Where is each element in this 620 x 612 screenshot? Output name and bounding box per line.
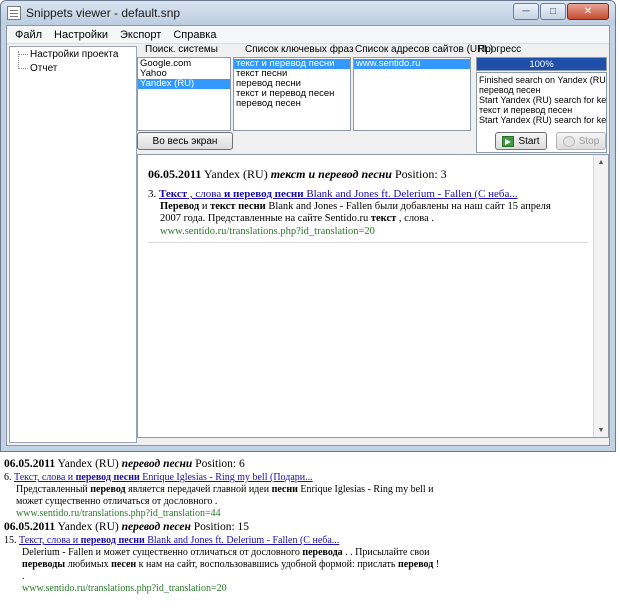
window-title: Snippets viewer - default.snp xyxy=(26,6,181,20)
result-link[interactable]: Текст, слова и перевод песни Blank and J… xyxy=(19,535,339,546)
stop-button[interactable]: Stop xyxy=(556,132,606,150)
results-pane[interactable]: 06.05.2011 Yandex (RU) текст и перевод п… xyxy=(137,154,609,438)
client-area: Файл Настройки Экспорт Справка Настройки… xyxy=(6,25,610,446)
result-entry: 06.05.2011 Yandex (RU) перевод песен Pos… xyxy=(4,521,616,595)
tree-item-report[interactable]: Отчет xyxy=(10,62,136,75)
result-link[interactable]: Текст, слова и перевод песни Enrique Igl… xyxy=(14,472,313,483)
log-line: перевод песен xyxy=(479,85,541,95)
engines-list[interactable]: Google.com Yahoo Yandex (RU) xyxy=(137,57,231,131)
sites-label: Список адресов сайтов (URL) xyxy=(355,44,494,55)
result-engine: Yandex (RU) xyxy=(203,167,268,181)
title-bar[interactable]: Snippets viewer - default.snp ─ □ ✕ xyxy=(1,1,615,25)
log-line: Finished search on Yandex (RU) xyxy=(479,75,607,85)
log-line: Start Yandex (RU) search for keyw xyxy=(479,115,607,125)
start-label: Start xyxy=(518,135,540,147)
menu-settings[interactable]: Настройки xyxy=(48,29,114,41)
scroll-down-icon[interactable]: ▼ xyxy=(594,423,608,437)
stop-label: Stop xyxy=(578,135,600,147)
result-url: www.sentido.ru/translations.php?id_trans… xyxy=(22,583,227,594)
app-window: Snippets viewer - default.snp ─ □ ✕ Файл… xyxy=(0,0,616,452)
exported-results: 06.05.2011 Yandex (RU) перевод песни Pos… xyxy=(4,458,616,595)
log-line: Start Yandex (RU) search for keyw xyxy=(479,95,607,105)
progress-label: Прогресс xyxy=(478,44,522,55)
result-index: 3. xyxy=(148,188,157,200)
list-item[interactable]: Yandex (RU) xyxy=(138,79,230,89)
result-snippet: Delerium - Fallen и может существенно от… xyxy=(22,547,440,582)
result-link[interactable]: Текст , слова и перевод песни Blank and … xyxy=(159,188,518,200)
project-tree[interactable]: Настройки проекта Отчет xyxy=(9,46,137,443)
fullscreen-button[interactable]: Во весь экран xyxy=(137,132,233,150)
fullscreen-label: Во весь экран xyxy=(152,135,218,147)
result-position-label: Position: xyxy=(394,167,438,181)
tree-item-project-settings[interactable]: Настройки проекта xyxy=(10,48,136,61)
engines-label: Поиск. системы xyxy=(145,44,218,55)
result-url: www.sentido.ru/translations.php?id_trans… xyxy=(16,508,221,519)
scroll-up-icon[interactable]: ▲ xyxy=(594,155,608,169)
stop-icon xyxy=(562,135,575,147)
result-snippet: Перевод и текст песни Blank and Jones - … xyxy=(160,200,551,225)
maximize-button[interactable]: □ xyxy=(540,3,566,20)
result-divider xyxy=(148,242,588,243)
phrases-list[interactable]: текст и перевод песни текст песни перево… xyxy=(233,57,351,131)
start-button[interactable]: Start xyxy=(495,132,547,150)
menu-export[interactable]: Экспорт xyxy=(114,29,167,41)
result-link-line: 3. Текст , слова и перевод песни Blank a… xyxy=(148,188,588,201)
result-entry: 06.05.2011 Yandex (RU) текст и перевод п… xyxy=(148,167,588,243)
result-position: 3 xyxy=(440,167,447,181)
minimize-button[interactable]: ─ xyxy=(513,3,539,20)
window-controls: ─ □ ✕ xyxy=(513,3,609,20)
result-link-line: 15. Текст, слова и перевод песни Blank a… xyxy=(4,535,340,546)
start-icon xyxy=(502,135,515,147)
menu-help[interactable]: Справка xyxy=(167,29,222,41)
result-header: 06.05.2011 Yandex (RU) перевод песен Pos… xyxy=(4,521,250,533)
result-link-line: 6. Текст, слова и перевод песни Enrique … xyxy=(4,472,313,483)
log-line: текст и перевод песен xyxy=(479,105,573,115)
menu-file[interactable]: Файл xyxy=(9,29,48,41)
list-item[interactable]: www.sentido.ru xyxy=(354,59,470,69)
list-item[interactable]: перевод песен xyxy=(234,99,350,109)
result-header: 06.05.2011 Yandex (RU) текст и перевод п… xyxy=(148,167,588,182)
result-date: 06.05.2011 xyxy=(148,167,202,181)
progress-bar: 100% xyxy=(476,57,607,71)
result-entry: 06.05.2011 Yandex (RU) перевод песни Pos… xyxy=(4,458,616,520)
phrases-label: Список ключевых фраз xyxy=(245,44,354,55)
result-url: www.sentido.ru/translations.php?id_trans… xyxy=(160,225,375,237)
app-icon xyxy=(7,6,21,20)
result-phrase: текст и перевод песни xyxy=(270,167,392,181)
menu-bar: Файл Настройки Экспорт Справка xyxy=(7,26,609,44)
result-snippet: Представленный перевод является передаче… xyxy=(16,484,434,507)
progress-text: 100% xyxy=(529,59,554,70)
close-button[interactable]: ✕ xyxy=(567,3,609,20)
result-header: 06.05.2011 Yandex (RU) перевод песни Pos… xyxy=(4,458,245,470)
vertical-scrollbar[interactable]: ▲ ▼ xyxy=(593,155,608,437)
sites-list[interactable]: www.sentido.ru xyxy=(353,57,471,131)
